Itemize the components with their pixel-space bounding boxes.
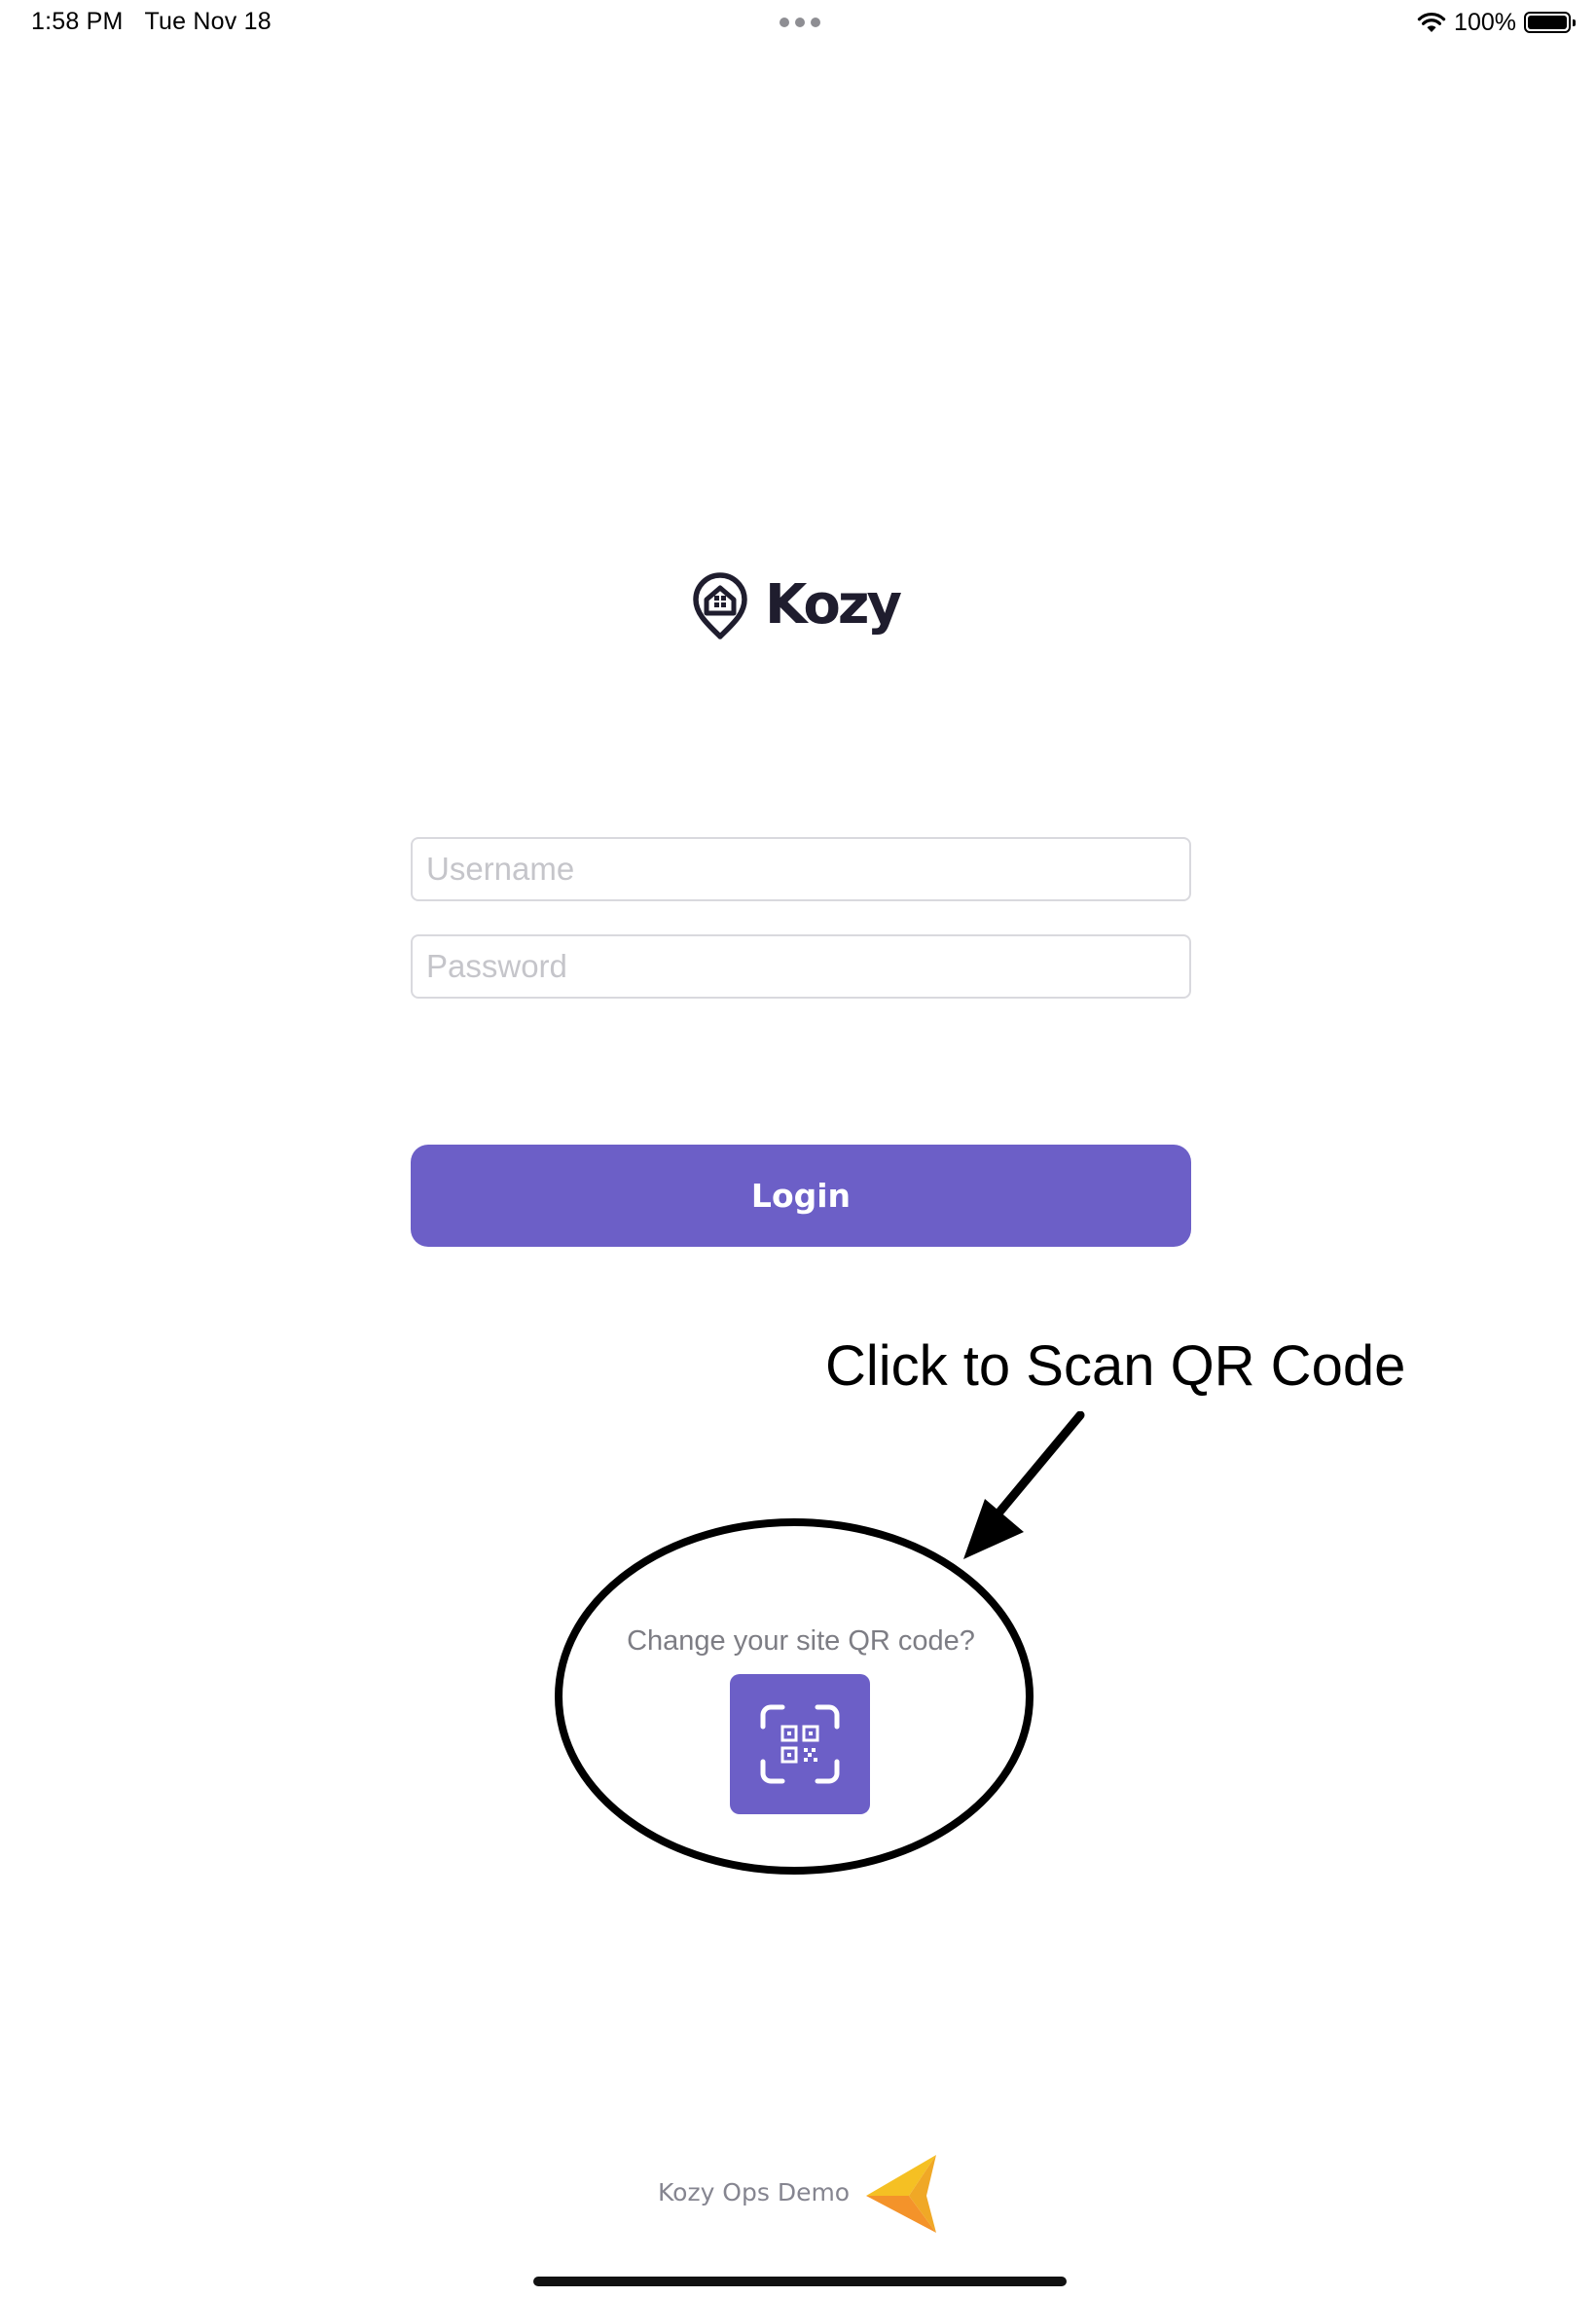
wifi-icon — [1417, 12, 1446, 33]
annotation-text: Click to Scan QR Code — [825, 1334, 1406, 1398]
home-indicator[interactable] — [533, 2277, 1067, 2286]
qr-change-prompt: Change your site QR code? — [627, 1625, 975, 1657]
password-field[interactable] — [411, 934, 1191, 999]
status-time-date: 1:58 PM Tue Nov 18 — [31, 8, 272, 36]
battery-percent: 100% — [1454, 8, 1516, 36]
paper-plane-icon — [866, 2155, 936, 2233]
location-pin-house-icon — [691, 570, 749, 640]
battery-icon — [1524, 12, 1576, 33]
status-indicators: 100% — [1417, 8, 1577, 37]
status-time: 1:58 PM — [31, 8, 124, 35]
login-screen: 1:58 PM Tue Nov 18 100% Kozy Username Lo… — [0, 0, 1596, 2297]
battery-nub — [1573, 19, 1576, 26]
footer-label: Kozy Ops Demo — [658, 2178, 851, 2206]
username-field[interactable] — [411, 837, 1191, 901]
login-button[interactable]: Login — [411, 1145, 1191, 1247]
login-button-label: Login — [750, 1177, 852, 1215]
scan-qr-button[interactable] — [730, 1674, 870, 1814]
status-date: Tue Nov 18 — [144, 8, 272, 35]
qr-scan-icon — [760, 1704, 840, 1784]
logo-wordmark: Kozy — [765, 573, 902, 637]
more-dots-icon[interactable] — [779, 16, 821, 27]
battery-level-fill — [1528, 16, 1567, 29]
kozy-logo: Kozy — [691, 566, 915, 644]
status-bar: 1:58 PM Tue Nov 18 100% — [0, 0, 1596, 47]
